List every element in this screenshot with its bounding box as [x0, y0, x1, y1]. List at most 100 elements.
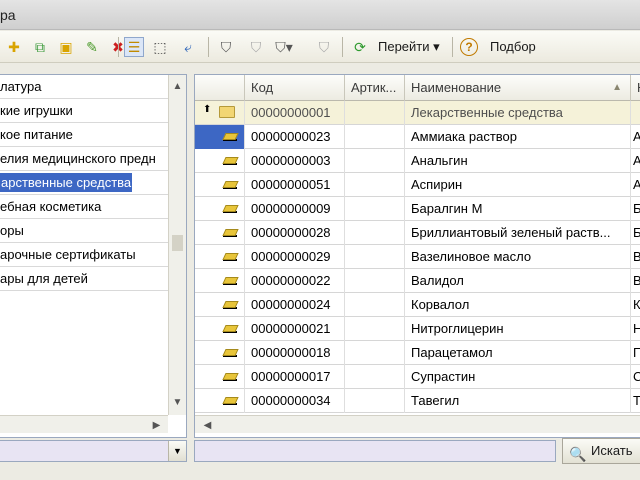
header-name[interactable]: Наименование ▲ [405, 75, 631, 101]
groups-tree[interactable]: латура кие игрушки кое питание елия медицин… [0, 74, 187, 438]
cell-extra: А [633, 129, 640, 144]
table-row[interactable]: 00000000024 Корвалол К [195, 293, 640, 317]
item-icon [223, 181, 237, 189]
row-icon-cell[interactable] [195, 221, 245, 245]
item-icon [223, 277, 237, 285]
scroll-up-icon[interactable]: ▲ [169, 77, 186, 95]
table-row[interactable]: 00000000029 Вазелиновое масло В [195, 245, 640, 269]
items-grid[interactable]: Код Артик... Наименование ▲ Н ⬆ 000000000… [194, 74, 640, 438]
cell-extra [631, 101, 640, 125]
tree-item[interactable]: оры [0, 219, 168, 243]
cell-name: Баралгин М [405, 197, 631, 221]
table-row[interactable]: 00000000021 Нитроглицерин Н [195, 317, 640, 341]
item-icon [223, 397, 237, 405]
tree-item[interactable]: латура [0, 75, 168, 99]
filter-off-icon[interactable]: ⛉ [314, 37, 334, 57]
row-icon-cell[interactable] [195, 293, 245, 317]
cell-code: 00000000017 [245, 365, 345, 389]
table-row[interactable]: 00000000034 Тавегил Т [195, 389, 640, 413]
row-icon-cell[interactable] [195, 173, 245, 197]
search-value [195, 443, 199, 458]
cell-code: 00000000009 [245, 197, 345, 221]
table-row[interactable]: 00000000023 Аммиака раствор А [195, 125, 640, 149]
copy-icon[interactable]: ⧉ [30, 37, 50, 57]
scroll-down-icon[interactable]: ▼ [169, 393, 186, 411]
refresh-icon[interactable]: ⟳ [350, 37, 370, 57]
row-icon-cell[interactable] [195, 317, 245, 341]
scroll-right-icon[interactable]: ▶ [148, 416, 165, 434]
tree-item[interactable]: арочные сертификаты [0, 243, 168, 267]
edit-icon[interactable]: ✎ [82, 37, 102, 57]
move-icon[interactable]: ⤶ [178, 37, 198, 57]
header-article[interactable]: Артик... [345, 75, 405, 101]
filter-icon[interactable]: ⛉ [216, 37, 236, 57]
cell-code: 00000000028 [245, 221, 345, 245]
table-row[interactable]: 00000000018 Парацетамол П [195, 341, 640, 365]
search-button-label: Искать [591, 443, 633, 458]
cell-article [345, 341, 405, 365]
group-row[interactable]: ⬆ 00000000001 Лекарственные средства [195, 101, 640, 125]
filter-settings-icon[interactable]: ⛉▾ [274, 37, 294, 57]
chevron-down-icon: ▾ [433, 39, 440, 54]
toolbar-separator [452, 37, 453, 57]
cell-extra: Б [633, 225, 640, 240]
header-extra[interactable]: Н [631, 75, 640, 101]
header-code[interactable]: Код [245, 75, 345, 101]
cell-name: Аммиака раствор [405, 125, 631, 149]
toolbar: ✚ ⧉ ▣ ✎ ✖ ☰ ⬚ ⤶ ⛉ ⛉ ⛉▾ ⛉ ⟳ Перейти ▾ ? П… [0, 31, 640, 63]
table-row[interactable]: 00000000003 Анальгин А [195, 149, 640, 173]
row-icon-cell[interactable] [195, 197, 245, 221]
goto-label: Перейти [378, 39, 430, 54]
table-row[interactable]: 00000000022 Валидол В [195, 269, 640, 293]
row-icon-cell[interactable] [195, 269, 245, 293]
level-up-icon[interactable]: ⬆ [203, 104, 211, 115]
cell-name: Анальгин [405, 149, 631, 173]
item-icon [223, 349, 237, 357]
tree-item[interactable]: кие игрушки [0, 99, 168, 123]
table-row[interactable]: 00000000028 Бриллиантовый зеленый раств..… [195, 221, 640, 245]
hierarchy-icon[interactable]: ☰ [124, 37, 144, 57]
search-input[interactable] [194, 440, 556, 462]
help-icon[interactable]: ? [460, 38, 478, 56]
scroll-thumb[interactable] [172, 235, 183, 251]
table-row[interactable]: 00000000017 Супрастин С [195, 365, 640, 389]
folder-icon [219, 106, 235, 118]
cell-code: 00000000023 [245, 125, 345, 149]
goto-menu-button[interactable]: Перейти ▾ [378, 39, 440, 55]
header-name-label: Наименование [411, 80, 502, 95]
tree-item[interactable]: арственные средства [0, 171, 168, 195]
filter-clear-icon[interactable]: ⛉ [246, 37, 266, 57]
row-icon-cell[interactable] [195, 245, 245, 269]
add-group-icon[interactable]: ▣ [56, 37, 76, 57]
table-row[interactable]: 00000000051 Аспирин А [195, 173, 640, 197]
tree-vertical-scrollbar[interactable]: ▲ ▼ [168, 75, 186, 415]
cell-extra: А [633, 177, 640, 192]
row-icon-cell[interactable] [195, 389, 245, 413]
table-row[interactable]: 00000000009 Баралгин МБ [195, 197, 640, 221]
row-icon-cell[interactable] [195, 341, 245, 365]
row-icon-cell[interactable] [195, 365, 245, 389]
cell-name: Корвалол [405, 293, 631, 317]
tree-search-field[interactable]: ▼ [0, 440, 187, 462]
select-icon[interactable]: ⬚ [150, 37, 170, 57]
tree-item[interactable]: елия медицинского предн [0, 147, 168, 171]
header-icon-column [195, 75, 245, 101]
tree-item[interactable]: ебная косметика [0, 195, 168, 219]
scroll-left-icon[interactable]: ◀ [199, 416, 216, 434]
tree-item[interactable]: ары для детей [0, 267, 168, 291]
grid-horizontal-scrollbar[interactable]: ◀ [195, 415, 640, 433]
tree-item-label: кие игрушки [0, 103, 73, 118]
row-icon-cell[interactable]: ⬆ [195, 101, 245, 125]
cell-article [345, 245, 405, 269]
row-icon-cell[interactable] [195, 149, 245, 173]
cell-code: 00000000003 [245, 149, 345, 173]
sort-ascending-icon: ▲ [612, 82, 622, 93]
tree-horizontal-scrollbar[interactable]: ▶ [0, 415, 168, 433]
selection-button[interactable]: Подбор [490, 39, 536, 54]
search-button[interactable]: 🔍 Искать [562, 438, 640, 464]
tree-item[interactable]: кое питание [0, 123, 168, 147]
row-icon-cell[interactable] [195, 125, 245, 149]
chevron-down-icon[interactable]: ▼ [168, 441, 186, 461]
add-icon[interactable]: ✚ [4, 37, 24, 57]
cell-name: Вазелиновое масло [405, 245, 631, 269]
